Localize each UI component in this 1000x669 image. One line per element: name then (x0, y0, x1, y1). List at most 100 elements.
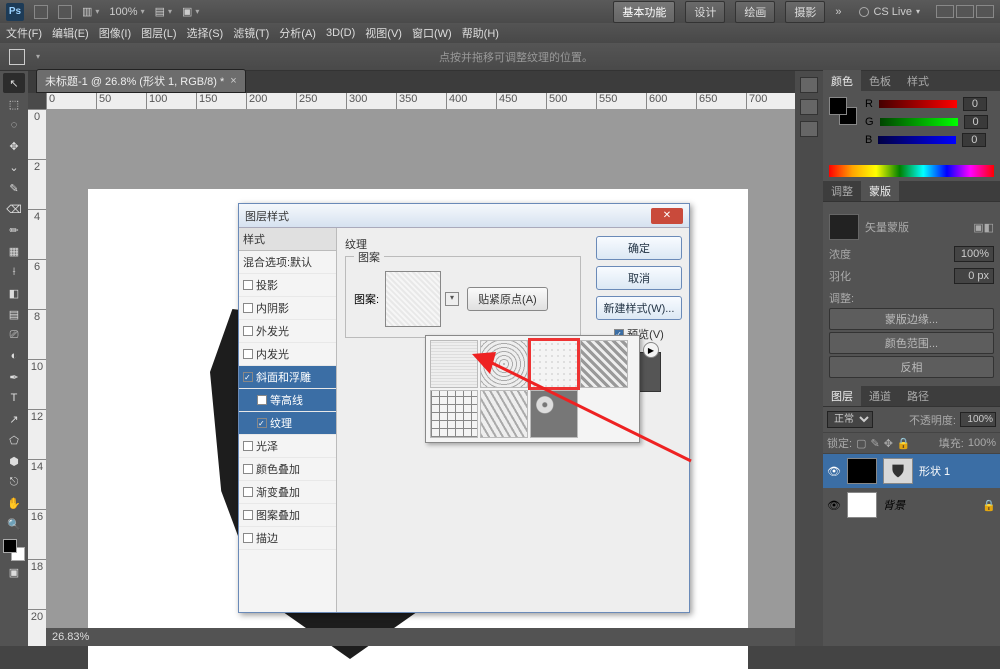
lock-move-icon[interactable]: ✥ (884, 437, 893, 450)
tool-pen[interactable]: ✒ (3, 367, 25, 387)
tab-mask[interactable]: 蒙版 (861, 180, 899, 202)
workspace-paint[interactable]: 绘画 (735, 1, 775, 23)
tool-lasso[interactable]: ◌ (3, 115, 25, 135)
char-icon[interactable] (800, 99, 818, 115)
row-satin[interactable]: 光泽 (239, 435, 336, 458)
tool-stamp[interactable]: ▦ (3, 241, 25, 261)
pattern-menu-button[interactable]: ▶ (643, 342, 659, 358)
menu-image[interactable]: 图像(I) (99, 25, 131, 41)
menu-view[interactable]: 视图(V) (365, 25, 402, 41)
pixel-mask-icon[interactable]: ▣ (973, 221, 983, 234)
tool-eraser[interactable]: ◧ (3, 283, 25, 303)
menu-edit[interactable]: 编辑(E) (52, 25, 89, 41)
row-color-overlay[interactable]: 颜色叠加 (239, 458, 336, 481)
spectrum-bar[interactable] (829, 165, 994, 177)
zoom-readout[interactable]: 26.83% (52, 631, 89, 643)
snap-origin-button[interactable]: 贴紧原点(A) (467, 287, 548, 311)
menu-file[interactable]: 文件(F) (6, 25, 42, 41)
pattern-swatch[interactable] (480, 340, 528, 388)
layer-row-shape1[interactable]: 👁 形状 1 (823, 454, 1000, 488)
tool-dodge[interactable]: ◐ (3, 346, 25, 366)
quickmask-toggle[interactable]: ▣ (3, 562, 25, 582)
fg-bg-swatches[interactable] (3, 539, 25, 561)
tool-gradient[interactable]: ▤ (3, 304, 25, 324)
new-style-button[interactable]: 新建样式(W)... (596, 296, 682, 320)
bridge-icon[interactable] (34, 5, 48, 19)
tool-path[interactable]: ↗ (3, 409, 25, 429)
blend-options-row[interactable]: 混合选项:默认 (239, 251, 336, 274)
slider-g[interactable] (880, 118, 958, 126)
mask-thumb[interactable] (829, 214, 859, 240)
ok-button[interactable]: 确定 (596, 236, 682, 260)
dialog-close-button[interactable]: ✕ (651, 208, 683, 224)
tab-styles[interactable]: 样式 (899, 70, 937, 92)
row-gradient-overlay[interactable]: 渐变叠加 (239, 481, 336, 504)
tab-layers[interactable]: 图层 (823, 385, 861, 407)
arrange-dropdown[interactable]: ▣ (182, 5, 199, 18)
row-inner-glow[interactable]: 内发光 (239, 343, 336, 366)
color-range-button[interactable]: 颜色范围... (829, 332, 994, 354)
slider-b[interactable] (878, 136, 956, 144)
minibridge-icon[interactable] (58, 5, 72, 19)
tab-paths[interactable]: 路径 (899, 385, 937, 407)
layer-thumb[interactable] (847, 458, 877, 484)
workspace-photo[interactable]: 摄影 (785, 1, 825, 23)
tool-move[interactable]: ↖ (3, 73, 25, 93)
pattern-preview[interactable] (385, 271, 441, 327)
layer-thumb[interactable] (847, 492, 877, 518)
tool-shape[interactable]: ⬠ (3, 430, 25, 450)
fg-bg-mini[interactable] (829, 97, 857, 125)
zoom-dropdown[interactable]: 100% (109, 6, 144, 18)
tool-crop[interactable]: ⌄ (3, 157, 25, 177)
tool-history[interactable]: ⟊ (3, 262, 25, 282)
menu-select[interactable]: 选择(S) (187, 25, 224, 41)
tool-blur[interactable]: ⎚ (3, 325, 25, 345)
lock-paint-icon[interactable]: ✎ (870, 437, 879, 450)
row-bevel[interactable]: 斜面和浮雕 (239, 366, 336, 389)
workspace-basic[interactable]: 基本功能 (613, 1, 675, 23)
cs-live[interactable]: CS Live▾ (859, 6, 920, 18)
menu-layer[interactable]: 图层(L) (141, 25, 176, 41)
lock-all-icon[interactable]: 🔒 (897, 437, 911, 450)
history-icon[interactable] (800, 77, 818, 93)
tool-text[interactable]: T (3, 388, 25, 408)
pattern-swatch-highlighted[interactable] (530, 340, 578, 388)
cancel-button[interactable]: 取消 (596, 266, 682, 290)
value-r[interactable]: 0 (963, 97, 987, 111)
tab-color[interactable]: 颜色 (823, 70, 861, 92)
para-icon[interactable] (800, 121, 818, 137)
tool-eyedropper[interactable]: ✎ (3, 178, 25, 198)
layer-row-background[interactable]: 👁 背景 🔒 (823, 488, 1000, 522)
dialog-titlebar[interactable]: 图层样式 ✕ (239, 204, 689, 228)
menu-help[interactable]: 帮助(H) (462, 25, 499, 41)
tool-brush[interactable]: ✏ (3, 220, 25, 240)
layer-vector-mask[interactable] (883, 458, 913, 484)
tool-heal[interactable]: ⌫ (3, 199, 25, 219)
workspace-design[interactable]: 设计 (685, 1, 725, 23)
opacity-input[interactable]: 100% (960, 412, 996, 427)
pattern-swatch[interactable] (480, 390, 528, 438)
screen-mode-dropdown[interactable]: ▥ (82, 5, 99, 18)
vector-mask-icon[interactable]: ◧ (984, 221, 994, 234)
visibility-icon[interactable]: 👁 (827, 464, 841, 478)
row-outer-glow[interactable]: 外发光 (239, 320, 336, 343)
row-pattern-overlay[interactable]: 图案叠加 (239, 504, 336, 527)
tool-hand[interactable]: ✋ (3, 493, 25, 513)
value-g[interactable]: 0 (964, 115, 988, 129)
tool-marquee[interactable]: ⬚ (3, 94, 25, 114)
pattern-swatch[interactable] (430, 390, 478, 438)
lock-trans-icon[interactable]: ▢ (856, 437, 866, 450)
tab-adjust[interactable]: 调整 (823, 180, 861, 202)
pattern-swatch[interactable] (430, 340, 478, 388)
menu-filter[interactable]: 滤镜(T) (233, 25, 269, 41)
tab-close-icon[interactable]: × (230, 75, 236, 87)
fill-input[interactable]: 100% (968, 437, 996, 449)
menu-window[interactable]: 窗口(W) (412, 25, 452, 41)
menu-3d[interactable]: 3D(D) (326, 27, 355, 39)
row-contour[interactable]: 等高线 (239, 389, 336, 412)
tool-3d[interactable]: ⬢ (3, 451, 25, 471)
tab-channels[interactable]: 通道 (861, 385, 899, 407)
view-extras-dropdown[interactable]: ▤ (155, 5, 172, 18)
slider-r[interactable] (879, 100, 957, 108)
row-drop-shadow[interactable]: 投影 (239, 274, 336, 297)
